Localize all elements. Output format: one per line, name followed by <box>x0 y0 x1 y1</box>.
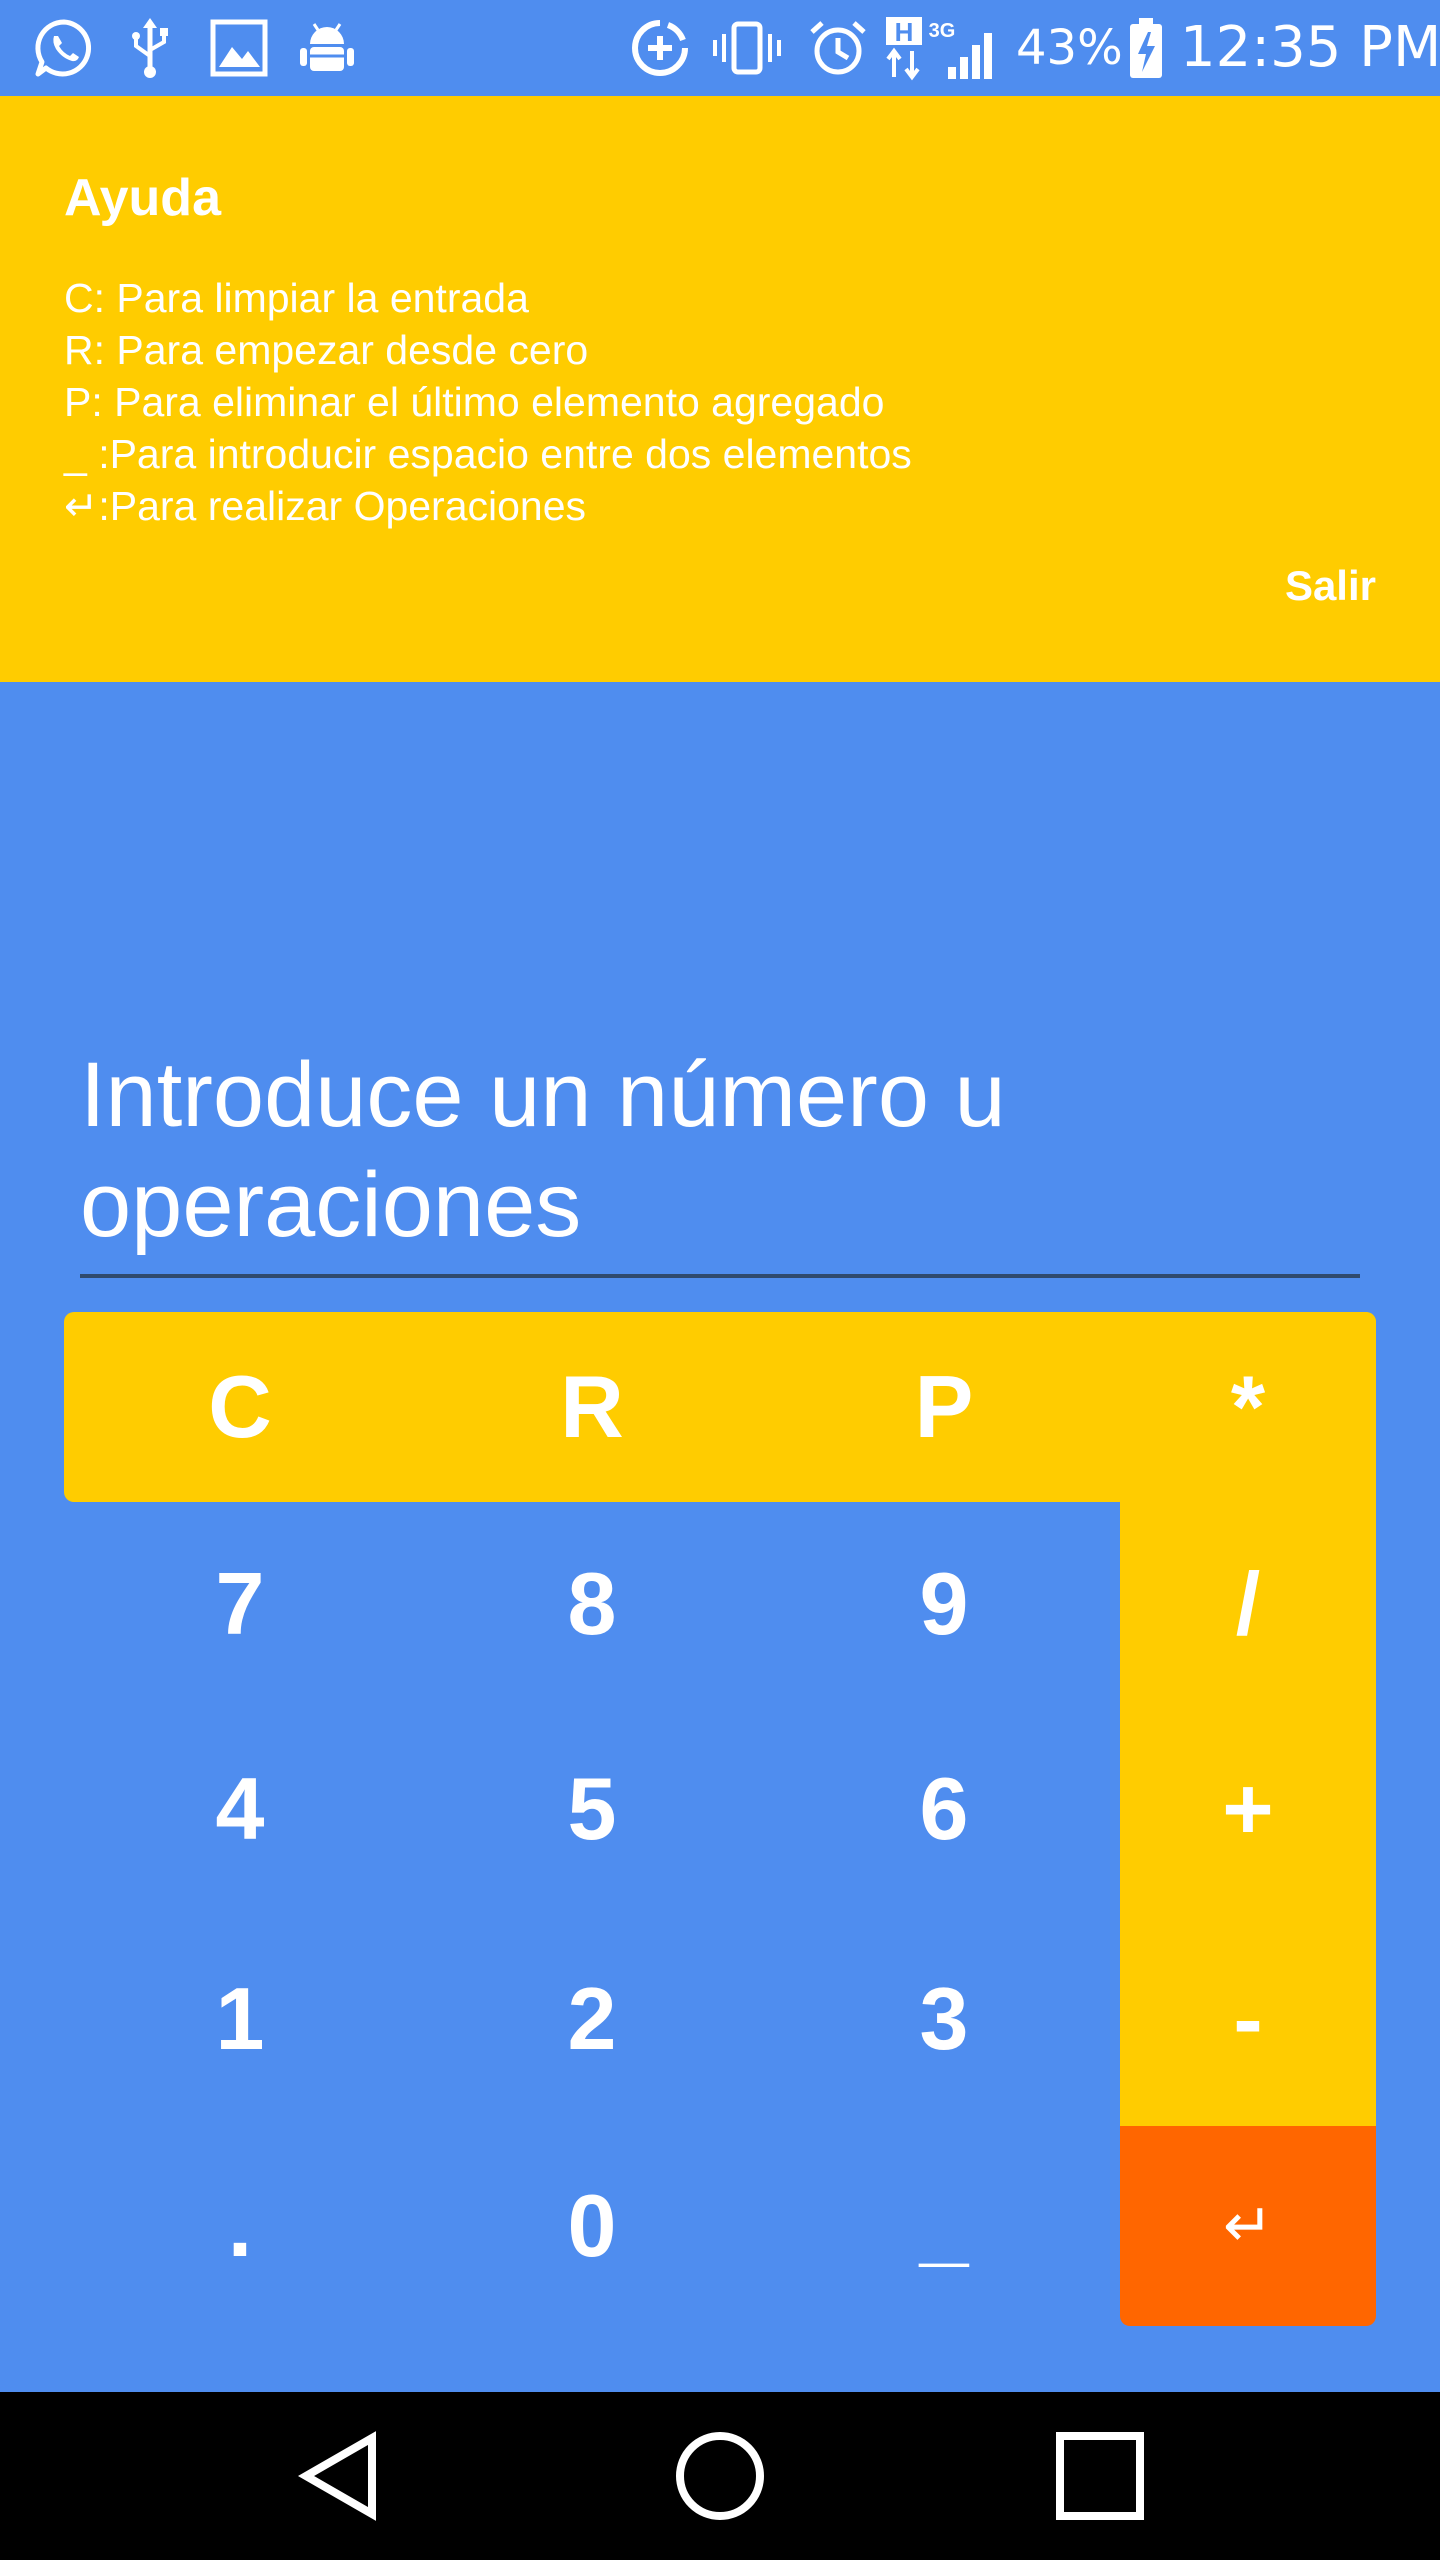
key-6[interactable]: 6 <box>768 1706 1120 1912</box>
key-8[interactable]: 8 <box>416 1502 768 1706</box>
help-panel: Ayuda C: Para limpiar la entrada R: Para… <box>0 96 1440 682</box>
help-list: C: Para limpiar la entrada R: Para empez… <box>64 272 912 532</box>
key-3[interactable]: 3 <box>768 1912 1120 2126</box>
back-icon <box>297 2431 376 2521</box>
help-line-clear: C: Para limpiar la entrada <box>64 275 529 321</box>
usb-icon <box>118 14 182 82</box>
key-reset[interactable]: R <box>416 1312 768 1502</box>
key-space[interactable]: _ <box>768 2126 1120 2326</box>
home-button[interactable] <box>600 2392 840 2560</box>
key-decimal[interactable]: . <box>64 2126 416 2326</box>
key-0[interactable]: 0 <box>416 2126 768 2326</box>
whatsapp-icon <box>28 14 100 82</box>
status-bar: H 3G 43% 12:35 PM <box>0 0 1440 96</box>
battery-percent: 43% <box>1016 20 1123 76</box>
key-1[interactable]: 1 <box>64 1912 416 2126</box>
gallery-icon <box>206 14 272 82</box>
key-multiply[interactable]: * <box>1120 1312 1376 1502</box>
key-divide[interactable]: / <box>1120 1502 1376 1706</box>
key-enter[interactable]: ↵ <box>1120 2126 1376 2326</box>
navigation-bar <box>0 2392 1440 2560</box>
vibrate-icon <box>708 14 786 82</box>
help-exit-button[interactable]: Salir <box>1285 558 1376 614</box>
key-7[interactable]: 7 <box>64 1502 416 1706</box>
android-debug-icon <box>294 14 360 82</box>
key-plus[interactable]: + <box>1120 1706 1376 1912</box>
key-2[interactable]: 2 <box>416 1912 768 2126</box>
back-button[interactable] <box>220 2392 460 2560</box>
network-3g-label: 3G <box>929 20 956 42</box>
input-underline <box>80 1274 1360 1278</box>
keypad: C R P * 7 8 9 / 4 5 6 + 1 2 3 - . 0 _ ↵ <box>64 1312 1376 2326</box>
recents-button[interactable] <box>980 2392 1220 2560</box>
key-minus[interactable]: - <box>1120 1912 1376 2126</box>
key-5[interactable]: 5 <box>416 1706 768 1912</box>
data-saver-icon <box>628 14 692 82</box>
alarm-icon <box>806 14 870 82</box>
help-line-enter: ↵:Para realizar Operaciones <box>64 483 587 529</box>
network-h-3g-icon: H 3G <box>884 14 1002 82</box>
help-title: Ayuda <box>64 169 221 227</box>
help-line-space: _ :Para introducir espacio entre dos ele… <box>64 431 912 477</box>
key-clear[interactable]: C <box>64 1312 416 1502</box>
key-4[interactable]: 4 <box>64 1706 416 1912</box>
key-9[interactable]: 9 <box>768 1502 1120 1706</box>
clock: 12:35 PM <box>1180 15 1440 80</box>
help-line-pop: P: Para eliminar el último elemento agre… <box>64 379 885 425</box>
expression-input[interactable]: Introduce un número u operaciones <box>80 1040 1360 1278</box>
network-h-label: H <box>895 17 914 47</box>
key-pop[interactable]: P <box>768 1312 1120 1502</box>
home-icon <box>676 2432 764 2520</box>
recents-icon <box>1056 2432 1144 2520</box>
battery-charging-icon <box>1126 14 1166 82</box>
help-line-reset: R: Para empezar desde cero <box>64 327 589 373</box>
input-placeholder: Introduce un número u operaciones <box>80 1044 1006 1256</box>
